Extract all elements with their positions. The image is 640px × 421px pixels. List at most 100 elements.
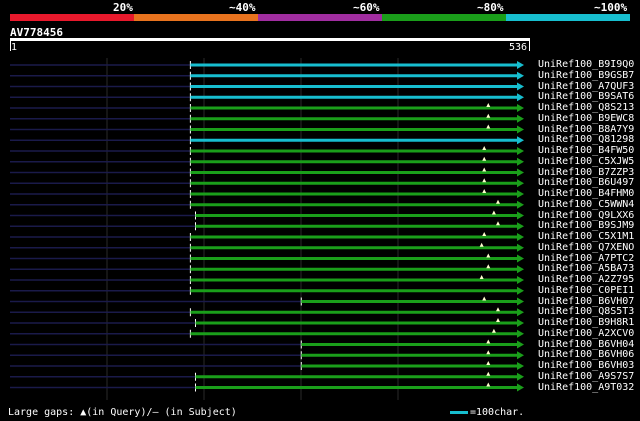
hit-label[interactable]: UniRef100_A7PTC2 xyxy=(538,253,634,264)
hit-row[interactable] xyxy=(10,156,524,166)
alignment-end-arrow xyxy=(517,286,524,295)
alignment-end-arrow xyxy=(517,265,524,274)
hit-row[interactable] xyxy=(10,167,524,177)
hit-row[interactable] xyxy=(10,318,524,327)
hit-row[interactable] xyxy=(10,189,524,198)
hit-label[interactable]: UniRef100_C0PEI1 xyxy=(538,285,634,296)
hit-row[interactable] xyxy=(10,361,524,370)
alignment-end-arrow xyxy=(517,157,524,166)
query-gap-marker xyxy=(486,253,491,258)
alignment-end-arrow xyxy=(517,104,524,112)
hit-label[interactable]: UniRef100_Q8S213 xyxy=(538,102,634,113)
hit-label[interactable]: UniRef100_B9EWC8 xyxy=(538,113,634,124)
hit-label[interactable]: UniRef100_B6VH04 xyxy=(538,339,634,350)
hit-row[interactable] xyxy=(10,275,524,284)
hit-row[interactable] xyxy=(10,242,524,252)
hit-label[interactable]: UniRef100_A9T032 xyxy=(538,382,634,393)
hit-label[interactable]: UniRef100_A7QUF3 xyxy=(538,81,634,92)
hit-row[interactable] xyxy=(10,199,524,209)
hit-label[interactable]: UniRef100_A5BA73 xyxy=(538,263,634,274)
hit-label[interactable]: UniRef100_B6VH03 xyxy=(538,360,634,371)
query-gap-marker xyxy=(486,350,491,355)
hit-row[interactable] xyxy=(10,82,524,91)
alignment-end-arrow xyxy=(517,233,524,241)
query-gap-marker xyxy=(486,264,491,269)
alignment-end-arrow xyxy=(517,136,524,145)
hit-row[interactable] xyxy=(10,350,524,360)
alignment-end-arrow xyxy=(517,383,524,392)
hit-label[interactable]: UniRef100_Q8S5T3 xyxy=(538,306,634,317)
hit-label[interactable]: UniRef100_C5XJW5 xyxy=(538,156,634,167)
hit-label[interactable]: UniRef100_Q81298 xyxy=(538,134,634,145)
query-gap-marker xyxy=(496,199,501,204)
alignment-end-arrow xyxy=(517,147,524,155)
query-gap-marker xyxy=(479,242,484,247)
hit-label[interactable]: UniRef100_B4FW50 xyxy=(538,145,634,156)
alignment-end-arrow xyxy=(517,351,524,360)
alignment-end-arrow xyxy=(517,340,524,349)
hit-row[interactable] xyxy=(10,124,524,134)
hit-label[interactable]: UniRef100_B9GSB7 xyxy=(538,70,634,81)
hit-row[interactable] xyxy=(10,221,524,231)
hit-label[interactable]: UniRef100_Q7XENO xyxy=(538,242,634,253)
hit-label[interactable]: UniRef100_B4FHM0 xyxy=(538,188,634,199)
alignment-end-arrow xyxy=(517,82,524,91)
alignment-end-arrow xyxy=(517,168,524,177)
hit-row[interactable] xyxy=(10,210,524,220)
hit-label[interactable]: UniRef100_B9SAT6 xyxy=(538,91,634,102)
alignment-end-arrow xyxy=(517,114,524,123)
hit-label[interactable]: UniRef100_B8A7Y9 xyxy=(538,124,634,135)
hit-label[interactable]: UniRef100_B6VH06 xyxy=(538,349,634,360)
alignment-end-arrow xyxy=(517,211,524,220)
query-gap-marker xyxy=(482,189,487,193)
hit-row[interactable] xyxy=(10,61,524,69)
query-gap-marker xyxy=(482,296,487,301)
hit-row[interactable] xyxy=(10,103,524,112)
hit-label[interactable]: UniRef100_B6VH07 xyxy=(538,296,634,307)
query-gap-marker xyxy=(486,361,491,365)
scale-label: =100char. xyxy=(470,407,525,418)
hit-row[interactable] xyxy=(10,113,524,123)
hit-label[interactable]: UniRef100_B9I9Q0 xyxy=(538,59,634,70)
query-gap-marker xyxy=(486,339,491,344)
alignment-end-arrow xyxy=(517,61,524,69)
query-gap-marker xyxy=(496,307,501,312)
hit-label[interactable]: UniRef100_B9SJM9 xyxy=(538,220,634,231)
hit-label[interactable]: UniRef100_C5WWN4 xyxy=(538,199,634,210)
hit-label[interactable]: UniRef100_A9S7S7 xyxy=(538,371,634,382)
hit-row[interactable] xyxy=(10,296,524,306)
alignment-end-arrow xyxy=(517,372,524,381)
hit-row[interactable] xyxy=(10,264,524,274)
query-gap-marker xyxy=(486,113,491,118)
query-gap-marker xyxy=(479,275,484,279)
hit-row[interactable] xyxy=(10,178,524,188)
hit-row[interactable] xyxy=(10,328,524,338)
alignment-end-arrow xyxy=(517,71,524,80)
hit-label[interactable]: UniRef100_A2Z795 xyxy=(538,274,634,285)
hit-row[interactable] xyxy=(10,382,524,392)
hit-row[interactable] xyxy=(10,339,524,349)
scale-swatch xyxy=(450,410,468,414)
alignment-end-arrow xyxy=(517,254,524,263)
hit-row[interactable] xyxy=(10,71,524,80)
alignment-end-arrow xyxy=(517,222,524,231)
hit-label[interactable]: UniRef100_A2XCV0 xyxy=(538,328,634,339)
hit-row[interactable] xyxy=(10,93,524,102)
hit-label[interactable]: UniRef100_Q9LXX6 xyxy=(538,210,634,221)
hit-label[interactable]: UniRef100_C5X1M1 xyxy=(538,231,634,242)
query-gap-marker xyxy=(482,167,487,172)
query-gap-marker xyxy=(482,232,487,236)
hit-label[interactable]: UniRef100_B7ZZP3 xyxy=(538,167,634,178)
hit-row[interactable] xyxy=(10,253,524,263)
hit-row[interactable] xyxy=(10,307,524,317)
query-gap-marker xyxy=(496,318,501,322)
query-gap-marker xyxy=(482,146,487,150)
hit-row[interactable] xyxy=(10,232,524,241)
alignment-end-arrow xyxy=(517,308,524,317)
hit-row[interactable] xyxy=(10,146,524,155)
hit-label[interactable]: UniRef100_B9H8R1 xyxy=(538,317,634,328)
hit-row[interactable] xyxy=(10,136,524,145)
hit-label[interactable]: UniRef100_B6U497 xyxy=(538,177,634,188)
hit-row[interactable] xyxy=(10,286,524,295)
hit-row[interactable] xyxy=(10,371,524,381)
